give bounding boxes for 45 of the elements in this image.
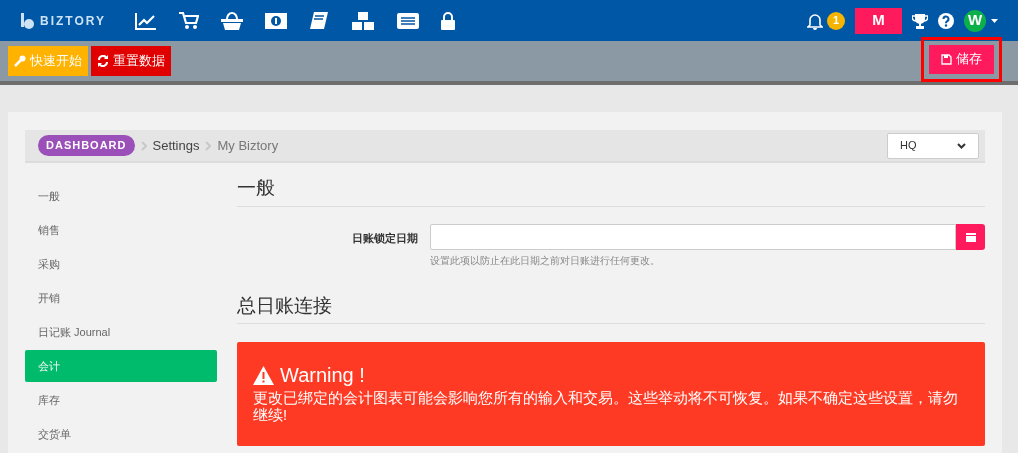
breadcrumb-current: My Biztory xyxy=(217,136,279,155)
sidebar-item[interactable]: 开销 xyxy=(25,282,217,314)
field-label: 日账锁定日期 xyxy=(352,230,418,246)
chevron-icon xyxy=(205,140,212,151)
book-icon[interactable] xyxy=(309,10,329,31)
banknote-icon[interactable] xyxy=(265,12,287,29)
section-title: 总日账连接 xyxy=(237,291,985,324)
line-chart-icon[interactable] xyxy=(135,11,157,30)
list-icon[interactable] xyxy=(397,12,419,29)
date-field[interactable] xyxy=(430,223,956,250)
help-icon[interactable] xyxy=(938,12,954,29)
logo-icon xyxy=(20,12,36,29)
bell-icon[interactable] xyxy=(807,11,823,30)
lock-icon[interactable] xyxy=(441,11,455,30)
sidebar-item[interactable]: 采购 xyxy=(25,248,217,280)
warning-title: Warning ! xyxy=(280,363,365,388)
sidebar-item[interactable]: 库存 xyxy=(25,384,217,416)
brand-name: BIZTORY xyxy=(40,12,106,30)
avatar[interactable]: W xyxy=(964,9,986,32)
breadcrumb-link[interactable]: Settings xyxy=(152,135,200,156)
chevron-icon xyxy=(140,140,147,151)
cubes-icon[interactable] xyxy=(351,10,375,31)
chevron-down-icon xyxy=(957,142,966,149)
refresh-icon xyxy=(97,55,109,67)
help-text: 设置此项以防止在此日期之前对日账进行任何更改。 xyxy=(430,253,661,268)
sidebar-item[interactable]: 销售 xyxy=(25,214,217,246)
section-title: 一般 xyxy=(237,174,985,207)
dashboard-link[interactable]: DASHBOARD xyxy=(38,135,135,156)
calendar-button[interactable] xyxy=(956,223,985,250)
trophy-icon[interactable] xyxy=(912,12,928,29)
sidebar-item[interactable]: 日记账 Journal xyxy=(25,316,217,348)
calendar-icon xyxy=(965,231,976,242)
sidebar-item[interactable]: 一般 xyxy=(25,180,217,212)
warning-message: 更改已绑定的会计图表可能会影响您所有的输入和交易。这些举动将不可恢复。如果不确定这些设置，请勿继续! xyxy=(253,390,959,424)
wrench-icon xyxy=(14,55,26,67)
sidebar-item[interactable]: 交货单 xyxy=(25,418,217,450)
reset-data-button[interactable]: 重置数据 xyxy=(91,46,171,76)
warning-icon xyxy=(253,365,274,385)
notification-count: 1 xyxy=(827,11,845,30)
save-button[interactable]: 储存 xyxy=(929,44,994,74)
branch-select[interactable]: HQ xyxy=(887,132,979,159)
caret-icon[interactable] xyxy=(991,18,998,23)
cart-icon[interactable] xyxy=(179,11,199,30)
basket-icon[interactable] xyxy=(221,10,243,31)
user-button[interactable]: M xyxy=(855,7,902,34)
